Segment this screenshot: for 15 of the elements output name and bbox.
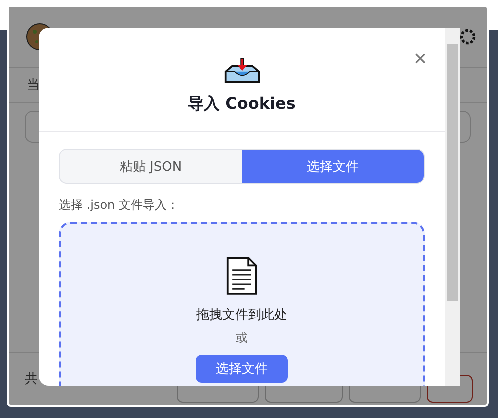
inbox-download-icon xyxy=(224,57,260,85)
dialog-title: 导入 Cookies xyxy=(188,94,296,115)
scrollbar[interactable] xyxy=(445,28,460,386)
or-text: 或 xyxy=(236,330,248,347)
tab[interactable]: 粘贴 JSON xyxy=(60,150,242,183)
close-button[interactable]: × xyxy=(414,48,427,70)
current-label: 当 xyxy=(27,77,40,94)
choose-file-button[interactable]: 选择文件 xyxy=(196,355,288,383)
drop-text: 拖拽文件到此处 xyxy=(196,307,288,324)
hint-text: 选择 .json 文件导入： xyxy=(59,197,180,214)
tab[interactable]: 选择文件 xyxy=(242,150,424,183)
gear-icon[interactable] xyxy=(459,28,477,46)
drop-zone[interactable]: 拖拽文件到此处 或 选择文件 xyxy=(59,222,425,386)
document-icon xyxy=(226,256,258,296)
count-label: 共 xyxy=(25,371,38,388)
